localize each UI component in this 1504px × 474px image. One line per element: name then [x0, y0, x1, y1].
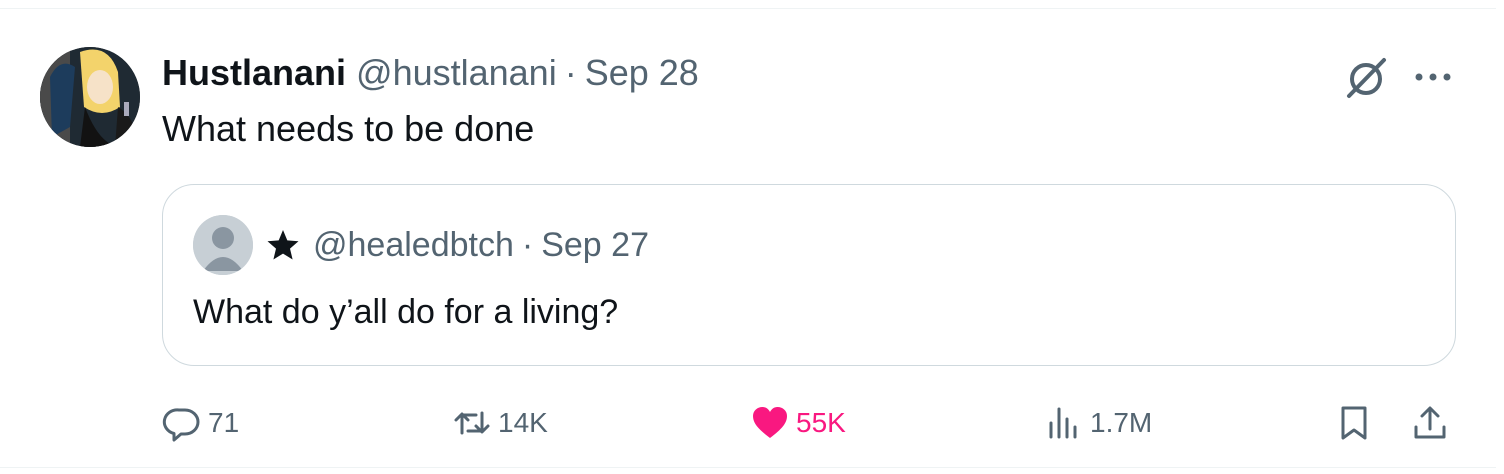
separator-dot: ·	[564, 52, 577, 93]
bookmark-icon	[1341, 406, 1367, 440]
quoted-header: @healedbtch · Sep 27	[265, 221, 649, 269]
tweet-header: Hustlanani @hustlanani · Sep 28	[162, 49, 699, 97]
author-name[interactable]: Hustlanani	[162, 52, 346, 94]
like-button[interactable]: 55K	[750, 397, 846, 449]
reply-icon	[162, 408, 200, 442]
grok-icon[interactable]	[1340, 51, 1392, 103]
separator-dot: ·	[521, 225, 534, 264]
more-icon[interactable]	[1410, 57, 1456, 97]
author-avatar[interactable]	[40, 47, 140, 147]
bookmark-button[interactable]	[1334, 397, 1374, 449]
quoted-handle[interactable]: @healedbtch	[313, 226, 514, 265]
views-button[interactable]: 1.7M	[1044, 397, 1152, 449]
avatar-image	[40, 47, 140, 147]
author-handle[interactable]: @hustlanani	[356, 52, 557, 94]
share-icon	[1414, 406, 1446, 439]
repost-count: 14K	[498, 407, 548, 438]
action-bar: 71 14K 55K 1.7M	[0, 397, 1504, 449]
views-icon	[1049, 407, 1077, 439]
quoted-text: What do y’all do for a living?	[193, 293, 619, 331]
repost-button[interactable]: 14K	[452, 397, 548, 449]
tweet-card: Hustlanani @hustlanani · Sep 28 What nee…	[0, 8, 1496, 468]
tweet-text: What needs to be done	[162, 108, 535, 149]
reply-button[interactable]: 71	[162, 397, 239, 449]
repost-icon	[454, 411, 490, 435]
quoted-avatar[interactable]	[193, 215, 253, 275]
tweet-date[interactable]: Sep 28	[585, 52, 699, 94]
reply-count: 71	[208, 407, 240, 438]
share-button[interactable]	[1410, 397, 1450, 449]
heart-icon	[753, 407, 787, 438]
star-icon	[267, 230, 299, 260]
like-count: 55K	[796, 407, 846, 438]
quoted-date[interactable]: Sep 27	[541, 226, 649, 265]
default-avatar-icon	[193, 215, 253, 275]
quoted-tweet[interactable]: @healedbtch · Sep 27 What do y’all do fo…	[162, 184, 1456, 366]
view-count: 1.7M	[1090, 407, 1153, 438]
